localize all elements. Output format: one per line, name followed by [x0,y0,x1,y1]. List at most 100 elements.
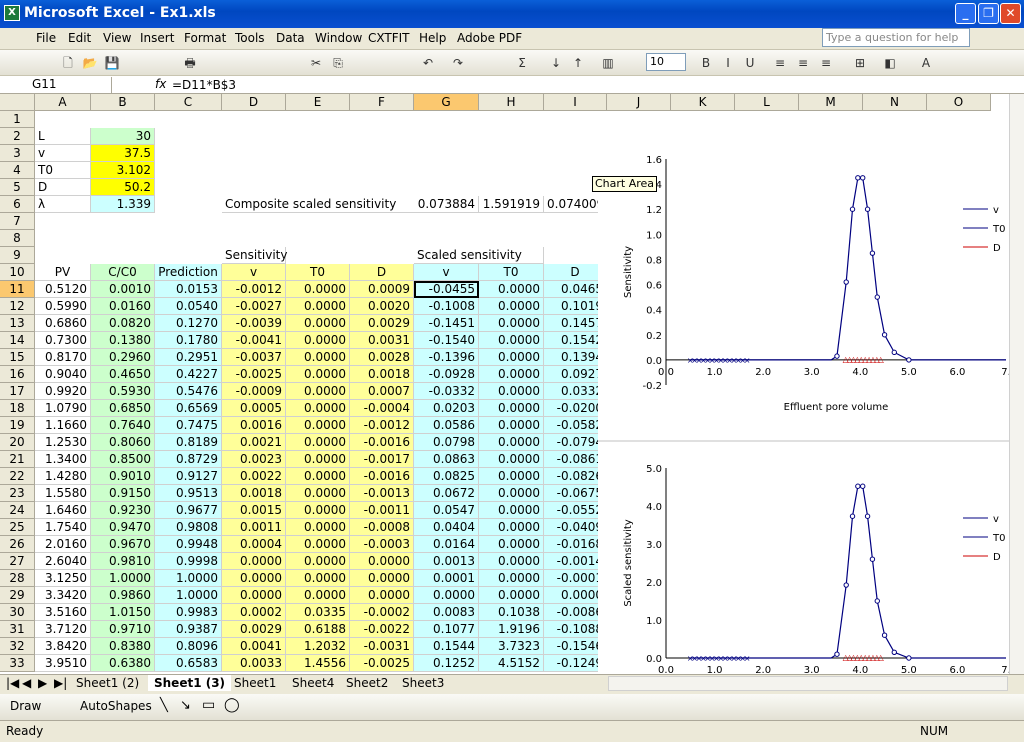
cell-h27[interactable]: 0.0000 [479,553,544,570]
cell-b13[interactable]: 0.0820 [91,315,155,332]
cell-h23[interactable]: 0.0000 [479,485,544,502]
composite-value-0[interactable]: 0.073884 [414,196,479,213]
cell-d16[interactable]: -0.0025 [222,366,286,383]
cell-d31[interactable]: 0.0029 [222,621,286,638]
cell-g28[interactable]: 0.0001 [414,570,479,587]
cell-a13[interactable]: 0.6860 [35,315,91,332]
row-header-21[interactable]: 21 [0,451,35,468]
cell-h15[interactable]: 0.0000 [479,349,544,366]
row-header-4[interactable]: 4 [0,162,35,179]
cell-h14[interactable]: 0.0000 [479,332,544,349]
row-header-11[interactable]: 11 [0,281,35,298]
row-header-1[interactable]: 1 [0,111,35,128]
cell-c11[interactable]: 0.0153 [155,281,222,298]
row-header-8[interactable]: 8 [0,230,35,247]
cell-h11[interactable]: 0.0000 [479,281,544,298]
cell-g22[interactable]: 0.0825 [414,468,479,485]
cell-e14[interactable]: 0.0000 [286,332,350,349]
cell-b25[interactable]: 0.9470 [91,519,155,536]
cell-b15[interactable]: 0.2960 [91,349,155,366]
cell-a17[interactable]: 0.9920 [35,383,91,400]
fx-icon[interactable]: fx [155,77,166,91]
sort-asc-icon[interactable]: ↓ [548,55,564,71]
cell-h26[interactable]: 0.0000 [479,536,544,553]
cell-b28[interactable]: 1.0000 [91,570,155,587]
spreadsheet-grid[interactable]: A B C D E F G H I J K L M N O 1 2 3 4 5 6 7 8 9 10 11 12 13 14 15 16 17… [0,94,1009,674]
cell-g14[interactable]: -0.1540 [414,332,479,349]
cell-g12[interactable]: -0.1008 [414,298,479,315]
cell-a28[interactable]: 3.1250 [35,570,91,587]
cell-g16[interactable]: -0.0928 [414,366,479,383]
cell-a16[interactable]: 0.9040 [35,366,91,383]
header-f[interactable]: D [350,264,414,281]
font-color-icon[interactable]: A [918,55,934,71]
cell-g27[interactable]: 0.0013 [414,553,479,570]
cell-h20[interactable]: 0.0000 [479,434,544,451]
menu-insert[interactable]: Insert [140,31,174,45]
selected-cell-g11[interactable] [414,281,479,298]
row-header-12[interactable]: 12 [0,298,35,315]
header-g[interactable]: v [414,264,479,281]
arrow-icon[interactable]: ↘ [180,698,191,713]
cell-b30[interactable]: 1.0150 [91,604,155,621]
row-header-32[interactable]: 32 [0,638,35,655]
cell-h28[interactable]: 0.0000 [479,570,544,587]
help-search-input[interactable]: Type a question for help [822,28,970,47]
cell-e17[interactable]: 0.0000 [286,383,350,400]
sum-icon[interactable]: Σ [514,55,530,71]
row-header-5[interactable]: 5 [0,179,35,196]
section-sensitivity[interactable]: Sensitivity [222,247,287,264]
column-header-e[interactable]: E [286,94,350,111]
sheet-tab-5[interactable]: Sheet3 [396,675,450,691]
row-header-20[interactable]: 20 [0,434,35,451]
cell-c33[interactable]: 0.6583 [155,655,222,672]
cell-b31[interactable]: 0.9710 [91,621,155,638]
column-header-b[interactable]: B [91,94,155,111]
cell-b20[interactable]: 0.8060 [91,434,155,451]
cell-b26[interactable]: 0.9670 [91,536,155,553]
cell-g29[interactable]: 0.0000 [414,587,479,604]
cell-a29[interactable]: 3.3420 [35,587,91,604]
column-header-d[interactable]: D [222,94,286,111]
header-e[interactable]: T0 [286,264,350,281]
cell-e18[interactable]: 0.0000 [286,400,350,417]
cell-g31[interactable]: 0.1077 [414,621,479,638]
cell-c13[interactable]: 0.1270 [155,315,222,332]
cell-f13[interactable]: 0.0029 [350,315,414,332]
param-name-3[interactable]: D [35,179,91,196]
borders-icon[interactable]: ⊞ [852,55,868,71]
cell-b27[interactable]: 0.9810 [91,553,155,570]
cell-c12[interactable]: 0.0540 [155,298,222,315]
header-b[interactable]: C/C0 [91,264,155,281]
row-header-28[interactable]: 28 [0,570,35,587]
cell-c28[interactable]: 1.0000 [155,570,222,587]
menu-tools[interactable]: Tools [235,31,265,45]
undo-icon[interactable]: ↶ [420,55,436,71]
header-c[interactable]: Prediction [155,264,222,281]
cell-a20[interactable]: 1.2530 [35,434,91,451]
row-header-15[interactable]: 15 [0,349,35,366]
cell-f22[interactable]: -0.0016 [350,468,414,485]
cell-e27[interactable]: 0.0000 [286,553,350,570]
cell-f23[interactable]: -0.0013 [350,485,414,502]
underline-icon[interactable]: U [742,55,758,71]
cell-h31[interactable]: 1.9196 [479,621,544,638]
rectangle-icon[interactable]: ▭ [202,697,215,713]
cell-g25[interactable]: 0.0404 [414,519,479,536]
cell-c17[interactable]: 0.5476 [155,383,222,400]
redo-icon[interactable]: ↷ [450,55,466,71]
sheet-tab-3[interactable]: Sheet4 [286,675,340,691]
cell-a26[interactable]: 2.0160 [35,536,91,553]
param-name-0[interactable]: L [35,128,91,145]
column-header-i[interactable]: I [544,94,607,111]
row-header-3[interactable]: 3 [0,145,35,162]
cell-h24[interactable]: 0.0000 [479,502,544,519]
row-header-9[interactable]: 9 [0,247,35,264]
cell-c30[interactable]: 0.9983 [155,604,222,621]
cell-h18[interactable]: 0.0000 [479,400,544,417]
column-header-m[interactable]: M [799,94,863,111]
cell-a31[interactable]: 3.7120 [35,621,91,638]
header-a[interactable]: PV [35,264,91,281]
cell-d19[interactable]: 0.0016 [222,417,286,434]
cell-f30[interactable]: -0.0002 [350,604,414,621]
